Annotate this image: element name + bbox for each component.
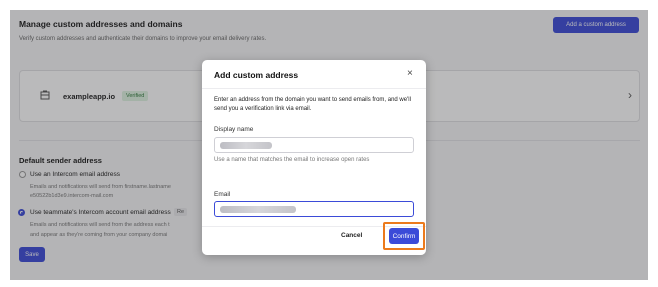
- email-label: Email: [214, 191, 231, 198]
- email-input[interactable]: [214, 201, 414, 217]
- add-custom-address-dialog: Add custom address × Enter an address fr…: [202, 60, 426, 255]
- confirm-button[interactable]: Confirm: [389, 228, 419, 244]
- cancel-button[interactable]: Cancel: [341, 232, 362, 239]
- settings-page: Manage custom addresses and domains Veri…: [10, 10, 648, 280]
- confirm-highlight: Confirm: [383, 222, 425, 250]
- redacted-value: [220, 206, 296, 213]
- display-name-hint: Use a name that matches the email to inc…: [214, 157, 370, 163]
- display-name-label: Display name: [214, 126, 254, 133]
- dialog-header-divider: [202, 88, 426, 89]
- close-icon[interactable]: ×: [407, 68, 413, 79]
- dialog-title: Add custom address: [214, 70, 299, 80]
- redacted-value: [220, 142, 272, 149]
- display-name-input[interactable]: [214, 137, 414, 153]
- dialog-description: Enter an address from the domain you wan…: [214, 97, 411, 112]
